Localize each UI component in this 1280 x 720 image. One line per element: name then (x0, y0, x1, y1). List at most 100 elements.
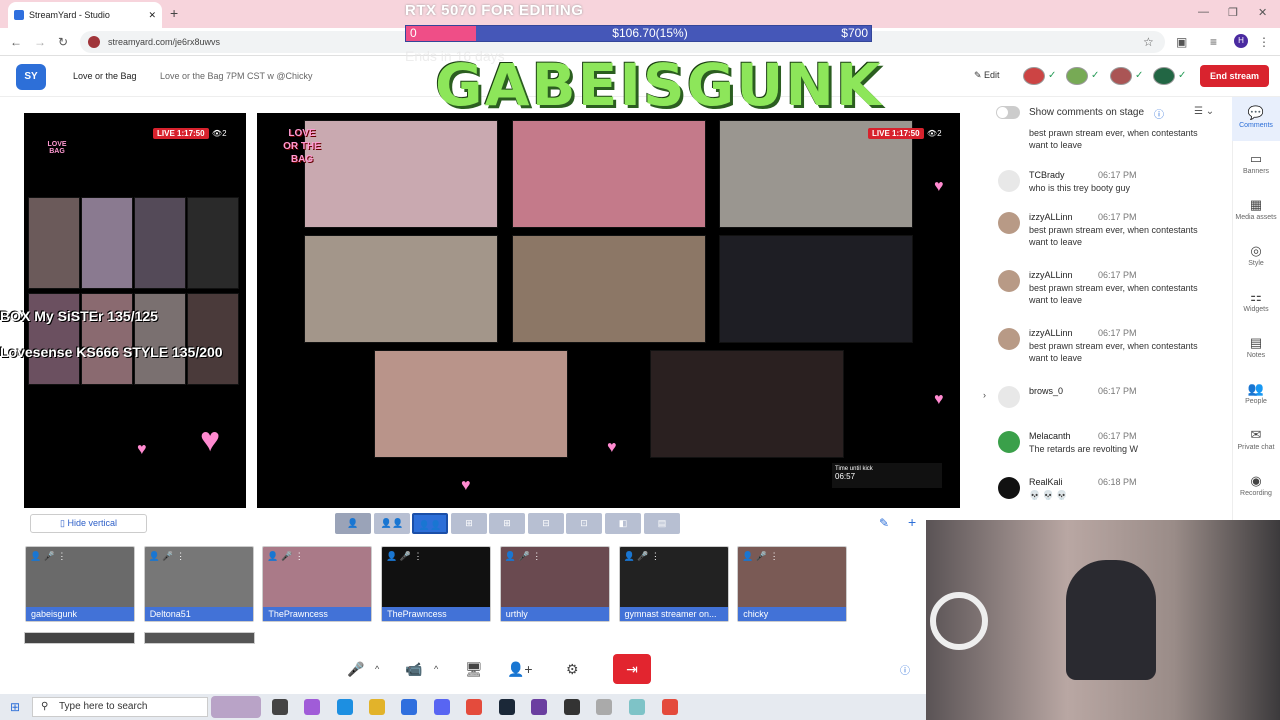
broadcast-title[interactable]: Love or the Bag (73, 71, 137, 81)
destination-avatar-youtube[interactable] (1023, 67, 1045, 85)
microphone-icon[interactable]: 🎤 (347, 661, 364, 678)
app-icon[interactable] (596, 699, 612, 715)
destination-avatar-kick-2[interactable] (1153, 67, 1175, 85)
guest-tile[interactable]: 👤 🎤 ⋮ ThePrawncess (262, 546, 373, 622)
guest-tile[interactable]: 👤 🎤 ⋮ ThePrawncess (381, 546, 492, 622)
reload-icon[interactable]: ↻ (58, 35, 68, 49)
forward-icon[interactable]: → (34, 35, 46, 49)
tab-close-icon[interactable]: ✕ (148, 10, 156, 21)
sidebar-item-comments[interactable]: 💬 Comments (1232, 105, 1280, 129)
layout-two-button[interactable]: 👤👤 (374, 513, 410, 534)
guest-tile[interactable]: 👤 🎤 ⋮ urthly (499, 546, 610, 622)
sidebar-item-people[interactable]: 👥 People (1232, 381, 1280, 405)
guest-tile[interactable]: 👤 🎤 ⋮ gabeisgunk (25, 546, 135, 622)
guest-controls-icon[interactable]: 👤 🎤 ⋮ (149, 551, 185, 562)
edit-layout-icon[interactable]: ✎ (879, 516, 889, 530)
filter-icon[interactable]: ☰ ⌄ (1194, 106, 1214, 117)
guest-controls-icon[interactable]: 👤 🎤 ⋮ (505, 551, 541, 562)
hide-vertical-button[interactable]: ▯ Hide vertical (30, 514, 147, 533)
leave-studio-button[interactable]: ⇥ (613, 654, 651, 684)
file-explorer-icon[interactable] (369, 699, 385, 715)
guest-cam-4 (187, 197, 239, 289)
widgets-icon: ⚏ (1250, 289, 1262, 304)
store-icon[interactable] (401, 699, 417, 715)
obs-icon[interactable] (531, 699, 547, 715)
main-stage[interactable]: LOVE OR THE BAG Time until kick 06:57 ♥ ♥ … (257, 113, 960, 508)
minimize-icon[interactable]: — (1198, 6, 1209, 18)
viewer-count: 2 (937, 129, 942, 138)
camera-icon[interactable]: 📹 (405, 661, 422, 678)
chrome-profile-icon[interactable] (662, 699, 678, 715)
edit-button[interactable]: ✎ Edit (974, 70, 1000, 81)
media-icon[interactable]: ≡ (1210, 35, 1217, 49)
layout-group-button[interactable]: 👤👤 (412, 513, 448, 534)
expand-arrow-icon[interactable]: › (983, 390, 986, 400)
live-timer: LIVE 1:17:50 (153, 128, 209, 139)
back-icon[interactable]: ← (10, 35, 22, 49)
show-comments-toggle[interactable] (996, 106, 1020, 119)
layout-grid-button[interactable]: ⊞ (451, 513, 487, 534)
windows-start-icon[interactable]: ⊞ (10, 700, 20, 714)
destination-avatar-twitch[interactable] (1066, 67, 1088, 85)
guest-tile-partial[interactable] (144, 632, 255, 644)
sidebar-item-media-assets[interactable]: ▦ Media assets (1232, 197, 1280, 221)
help-button[interactable]: ⓘ (900, 662, 910, 677)
left-overlay-line2: Lovesense KS666 STYLE 135/200 (0, 344, 223, 360)
layout-solo-button[interactable]: 👤 (335, 513, 371, 534)
app-icon[interactable] (629, 699, 645, 715)
invite-guest-icon[interactable]: 👤+ (507, 661, 533, 678)
taskbar-search-input[interactable]: ⚲ Type here to search (32, 697, 208, 717)
layout-leader-button[interactable]: ⊟ (528, 513, 564, 534)
layout-side-button[interactable]: ◧ (605, 513, 641, 534)
chrome-icon[interactable] (466, 699, 482, 715)
browser-menu-icon[interactable]: ⋮ (1258, 35, 1270, 49)
taskbar-widget-icon[interactable] (211, 696, 261, 718)
goal-end-value: $700 (841, 26, 868, 40)
sidebar-item-banners[interactable]: ▭ Banners (1232, 151, 1280, 175)
edge-icon[interactable] (337, 699, 353, 715)
chat-avatar (998, 328, 1020, 350)
guest-tile[interactable]: 👤 🎤 ⋮ Deltona51 (143, 546, 254, 622)
streamyard-logo-icon[interactable]: SY (16, 64, 46, 90)
task-view-icon[interactable] (272, 699, 288, 715)
extension-icon[interactable]: ▣ (1176, 35, 1187, 49)
layout-news-button[interactable]: ▤ (644, 513, 680, 534)
sidebar-item-label: Comments (1239, 122, 1273, 129)
sidebar-item-recording[interactable]: ◉ Recording (1232, 473, 1280, 497)
window-close-icon[interactable]: ✕ (1258, 6, 1267, 19)
new-tab-icon[interactable]: + (170, 6, 184, 20)
layout-thumb-button[interactable]: ⊞ (489, 513, 525, 534)
guest-controls-icon[interactable]: 👤 🎤 ⋮ (267, 551, 303, 562)
discord-icon[interactable] (434, 699, 450, 715)
copilot-icon[interactable] (304, 699, 320, 715)
chat-message: RealKali 06:18 PM 💀 💀 💀 (996, 477, 1221, 517)
chevron-up-icon[interactable]: ^ (375, 664, 379, 674)
people-icon: 👥 (1247, 381, 1265, 396)
end-stream-button[interactable]: End stream (1200, 65, 1269, 87)
app-icon[interactable] (564, 699, 580, 715)
guest-controls-icon[interactable]: 👤 🎤 ⋮ (30, 551, 66, 562)
browser-tab[interactable]: StreamYard - Studio ✕ (8, 2, 162, 28)
guest-controls-icon[interactable]: 👤 🎤 ⋮ (386, 551, 422, 562)
guest-tile[interactable]: 👤 🎤 ⋮ gymnast streamer on... (618, 546, 729, 622)
guest-controls-icon[interactable]: 👤 🎤 ⋮ (742, 551, 778, 562)
layout-cinema-button[interactable]: ⊡ (566, 513, 602, 534)
sidebar-item-private-chat[interactable]: ✉ Private chat (1232, 427, 1280, 451)
chevron-up-icon[interactable]: ^ (434, 664, 438, 674)
add-layout-icon[interactable]: + (908, 514, 916, 530)
sidebar-item-widgets[interactable]: ⚏ Widgets (1232, 289, 1280, 313)
guest-controls-icon[interactable]: 👤 🎤 ⋮ (624, 551, 660, 562)
profile-avatar[interactable]: H (1234, 34, 1248, 48)
settings-gear-icon[interactable]: ⚙ (566, 661, 579, 678)
help-icon[interactable]: ⓘ (1154, 106, 1164, 121)
guest-tile[interactable]: 👤 🎤 ⋮ chicky (737, 546, 848, 622)
maximize-icon[interactable]: ❐ (1228, 6, 1238, 19)
sidebar-item-notes[interactable]: ▤ Notes (1232, 335, 1280, 359)
destination-avatar-kick[interactable] (1110, 67, 1132, 85)
site-info-icon[interactable] (88, 36, 100, 48)
guest-tile-partial[interactable] (24, 632, 135, 644)
bookmark-star-icon[interactable]: ☆ (1143, 35, 1154, 49)
share-screen-icon[interactable]: 🖥 (465, 661, 483, 678)
steam-icon[interactable] (499, 699, 515, 715)
sidebar-item-style[interactable]: ◎ Style (1232, 243, 1280, 267)
